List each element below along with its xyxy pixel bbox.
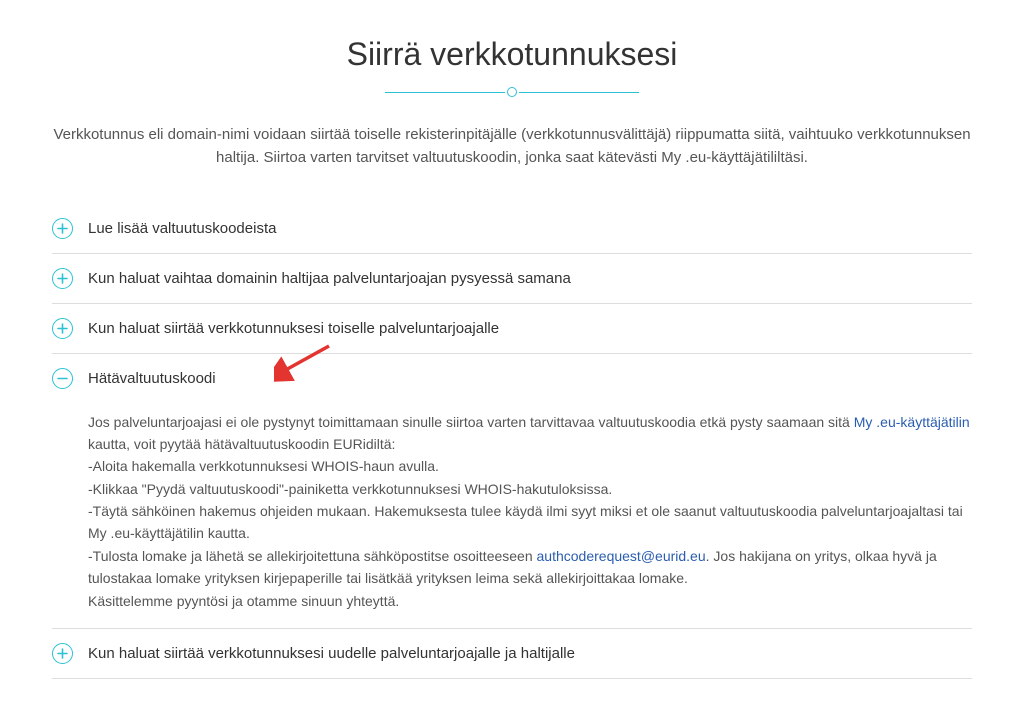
body-text: Jos palveluntarjoajasi ei ole pystynyt t…: [88, 414, 854, 430]
title-divider: [50, 87, 974, 97]
body-list-item: -Klikkaa "Pyydä valtuutuskoodi"-painiket…: [88, 481, 612, 497]
accordion-title: Kun haluat siirtää verkkotunnuksesi tois…: [88, 320, 499, 337]
accordion-title: Kun haluat siirtää verkkotunnuksesi uude…: [88, 645, 575, 662]
plus-icon: [52, 318, 73, 339]
plus-icon: [52, 643, 73, 664]
accordion: Lue lisää valtuutuskoodeista Kun haluat …: [52, 204, 972, 680]
accordion-header[interactable]: Kun haluat vaihtaa domainin haltijaa pal…: [52, 254, 972, 303]
body-list-item: -Aloita hakemalla verkkotunnuksesi WHOIS…: [88, 458, 439, 474]
accordion-header[interactable]: Hätävaltuutuskoodi: [52, 354, 972, 403]
my-eu-account-link[interactable]: My .eu-käyttäjätilin: [854, 414, 970, 430]
accordion-item: Lue lisää valtuutuskoodeista: [52, 204, 972, 254]
accordion-item-expanded: Hätävaltuutuskoodi Jos palveluntarjoajas…: [52, 354, 972, 630]
accordion-header[interactable]: Kun haluat siirtää verkkotunnuksesi tois…: [52, 304, 972, 353]
intro-text: Verkkotunnus eli domain-nimi voidaan sii…: [52, 123, 972, 170]
body-list-item: -Tulosta lomake ja lähetä se allekirjoit…: [88, 548, 537, 564]
accordion-title: Hätävaltuutuskoodi: [88, 370, 216, 387]
accordion-header[interactable]: Lue lisää valtuutuskoodeista: [52, 204, 972, 253]
accordion-title: Lue lisää valtuutuskoodeista: [88, 220, 276, 237]
minus-icon: [52, 368, 73, 389]
accordion-header[interactable]: Kun haluat siirtää verkkotunnuksesi uude…: [52, 629, 972, 678]
accordion-item: Kun haluat siirtää verkkotunnuksesi uude…: [52, 629, 972, 679]
page-title: Siirrä verkkotunnuksesi: [50, 36, 974, 73]
body-text: kautta, voit pyytää hätävaltuutuskoodin …: [88, 436, 395, 452]
accordion-item: Kun haluat vaihtaa domainin haltijaa pal…: [52, 254, 972, 304]
body-text: Käsittelemme pyyntösi ja otamme sinuun y…: [88, 593, 399, 609]
accordion-item: Kun haluat siirtää verkkotunnuksesi tois…: [52, 304, 972, 354]
authcode-email-link[interactable]: authcoderequest@eurid.eu: [537, 548, 706, 564]
plus-icon: [52, 218, 73, 239]
plus-icon: [52, 268, 73, 289]
body-list-item: -Täytä sähköinen hakemus ohjeiden mukaan…: [88, 503, 963, 541]
accordion-body: Jos palveluntarjoajasi ei ole pystynyt t…: [52, 403, 972, 629]
accordion-title: Kun haluat vaihtaa domainin haltijaa pal…: [88, 270, 571, 287]
